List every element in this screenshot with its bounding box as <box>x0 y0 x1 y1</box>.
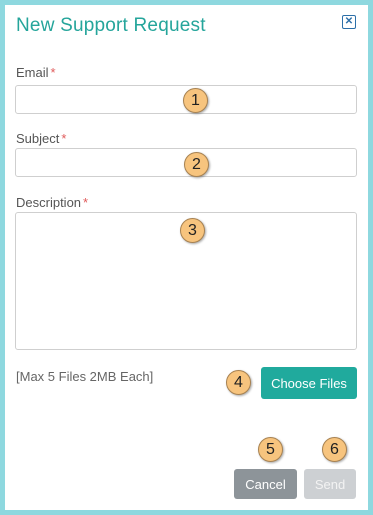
required-mark: * <box>61 131 67 146</box>
cancel-button[interactable]: Cancel <box>234 469 297 499</box>
support-request-dialog: New Support Request ✕ Email * 1 Subject * … <box>0 0 373 515</box>
choose-files-button[interactable]: Choose Files <box>261 367 357 399</box>
subject-label-text: Subject <box>16 131 60 146</box>
callout-badge-4: 4 <box>226 370 251 395</box>
required-mark: * <box>83 195 89 210</box>
callout-badge-1: 1 <box>183 88 208 113</box>
send-button[interactable]: Send <box>304 469 356 499</box>
callout-badge-6: 6 <box>322 437 347 462</box>
dialog-title: New Support Request <box>16 15 206 36</box>
required-mark: * <box>50 65 56 80</box>
email-label-text: Email <box>16 65 49 80</box>
callout-badge-2: 2 <box>184 152 209 177</box>
close-icon[interactable]: ✕ <box>342 15 356 29</box>
callout-badge-3: 3 <box>180 218 205 243</box>
attachment-limit-hint: [Max 5 Files 2MB Each] <box>16 369 154 384</box>
email-label: Email * <box>16 65 56 80</box>
description-label: Description * <box>16 195 88 210</box>
callout-badge-5: 5 <box>258 437 283 462</box>
description-label-text: Description <box>16 195 82 210</box>
subject-label: Subject * <box>16 131 66 146</box>
